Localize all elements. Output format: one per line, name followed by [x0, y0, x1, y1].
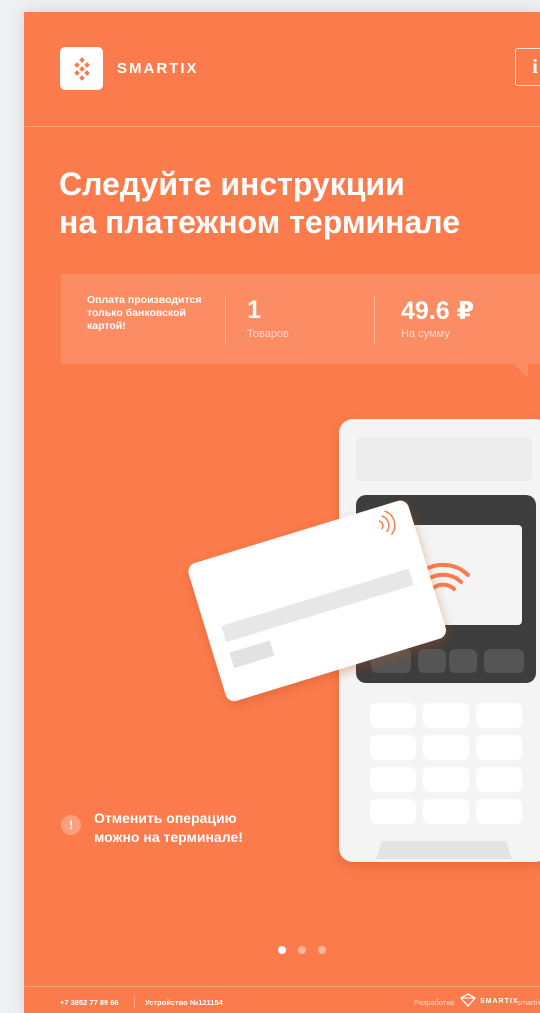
cancel-hint: ! Отменить операцию можно на терминале! [61, 809, 261, 879]
device-number: Устройство №121154 [145, 998, 223, 1007]
footer-divider [134, 996, 135, 1008]
page-dot[interactable] [318, 946, 326, 954]
support-phone: +7 3852 77 89 66 [60, 998, 119, 1007]
logo-icon [73, 56, 90, 81]
cancel-text: Отменить операцию можно на терминале! [94, 810, 243, 845]
info-button[interactable]: i [515, 48, 540, 86]
brand-name: SMARTIX [117, 60, 199, 77]
warning-icon: ! [61, 815, 81, 835]
smartix-logo [60, 47, 103, 90]
summary-divider [374, 295, 375, 345]
page-dot[interactable] [278, 946, 286, 954]
payment-note: Оплата производится только банковской ка… [87, 294, 202, 332]
developer-brand: SMARTIX [480, 998, 519, 1005]
total-amount: 49.6 ₽ [401, 297, 474, 325]
terminal-illustration [188, 419, 540, 862]
developer-logo-icon [460, 993, 476, 1007]
developer-site: smartix [517, 998, 540, 1007]
items-count: 1 [247, 296, 261, 324]
page-dot[interactable] [298, 946, 306, 954]
items-label: Товаров [247, 328, 289, 340]
summary-pointer [514, 364, 528, 378]
footer: +7 3852 77 89 66 Устройство №121154 Разр… [24, 986, 540, 1013]
payment-screen: SMARTIX i Следуйте инструкции на платежн… [24, 12, 540, 1013]
amount-label: На сумму [401, 328, 450, 340]
title-line-1: Следуйте инструкции [59, 166, 405, 202]
summary-divider [225, 295, 226, 345]
developed-by-label: Разработка [414, 998, 454, 1007]
order-summary: Оплата производится только банковской ка… [61, 274, 540, 364]
page-title: Следуйте инструкции на платежном термина… [59, 165, 529, 241]
pagination-dots [278, 946, 326, 954]
title-line-2: на платежном терминале [59, 204, 460, 240]
header: SMARTIX i [24, 12, 540, 127]
